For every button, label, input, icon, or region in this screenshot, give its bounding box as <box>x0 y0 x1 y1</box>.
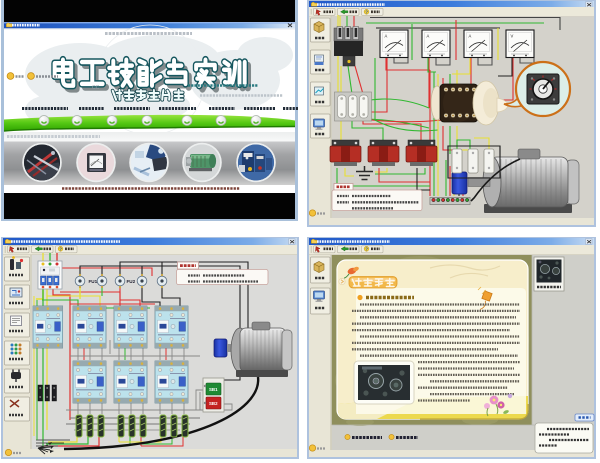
svg-text:FU2: FU2 <box>127 279 136 284</box>
svg-text:V: V <box>511 34 514 39</box>
svg-text:A: A <box>385 34 388 39</box>
svg-text:?: ? <box>59 246 62 251</box>
svg-text:?: ? <box>365 9 368 14</box>
svg-text:FU1: FU1 <box>89 279 98 284</box>
svg-text:A: A <box>469 34 472 39</box>
svg-text:A: A <box>427 34 430 39</box>
svg-text:?: ? <box>365 246 368 251</box>
svg-text:CC: CC <box>92 85 100 91</box>
svg-text:SB2: SB2 <box>209 401 218 406</box>
svg-text:SB1: SB1 <box>209 387 218 392</box>
